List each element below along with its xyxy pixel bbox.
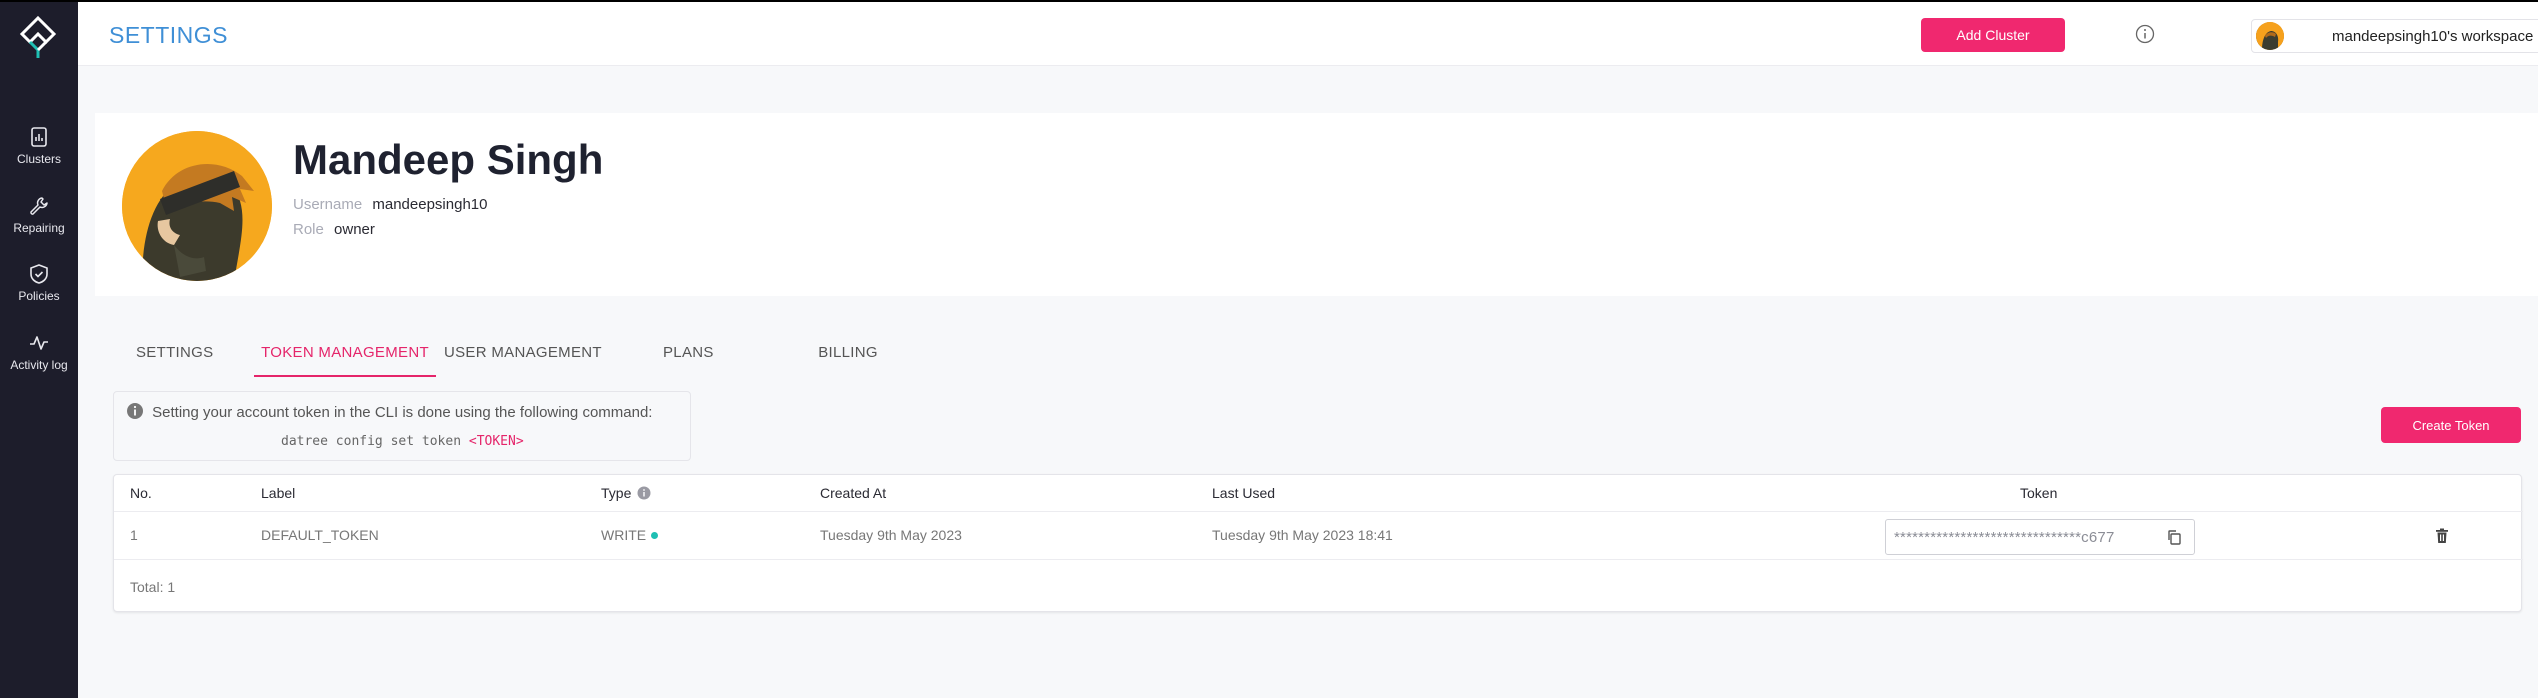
cell-no: 1	[130, 527, 138, 543]
column-header-type-label: Type	[601, 485, 632, 501]
sidebar-item-label: Repairing	[13, 221, 65, 235]
info-icon[interactable]	[637, 486, 651, 500]
sidebar-item-repairing[interactable]: Repairing	[0, 195, 78, 235]
role-label: Role	[293, 221, 324, 238]
header-divider	[114, 511, 2523, 512]
cell-type-value: WRITE	[601, 527, 647, 543]
profile-card: Mandeep Singh Username mandeepsingh10 Ro…	[95, 113, 2538, 296]
cli-info-text: Setting your account token in the CLI is…	[152, 404, 653, 421]
tab-user-management[interactable]: USER MANAGEMENT	[444, 331, 602, 377]
tab-plans[interactable]: PLANS	[663, 331, 713, 377]
token-value: *******************************c677	[1894, 529, 2115, 546]
sidebar: Clusters Repairing Policies Activity log	[0, 0, 78, 698]
page-title: SETTINGS	[109, 22, 229, 48]
tab-billing[interactable]: BILLING	[818, 331, 878, 377]
wrench-icon	[30, 197, 48, 215]
token-field[interactable]: *******************************c677	[1885, 519, 2195, 555]
copy-icon[interactable]	[2166, 529, 2182, 545]
role-value: owner	[334, 221, 375, 238]
sidebar-item-label: Activity log	[10, 358, 68, 372]
cell-last-used: Tuesday 9th May 2023 18:41	[1212, 527, 1393, 543]
cli-command-part: config	[335, 434, 383, 449]
cli-command-part: set	[390, 434, 415, 449]
token-table: No. Label Type Created At Last Used Toke…	[113, 474, 2523, 612]
cell-type: WRITE	[601, 527, 659, 543]
column-header-created-at: Created At	[820, 485, 887, 501]
sidebar-item-label: Clusters	[16, 152, 61, 166]
row-divider	[114, 559, 2523, 560]
cli-token-placeholder: <TOKEN>	[468, 434, 524, 449]
top-header: SETTINGS Add Cluster mandeepsingh10's wo…	[78, 0, 2538, 66]
datree-logo[interactable]	[18, 15, 58, 60]
sidebar-item-activity-log[interactable]: Activity log	[0, 332, 78, 372]
username-row: Username mandeepsingh10	[293, 196, 487, 213]
cli-info-text-row: Setting your account token in the CLI is…	[126, 402, 652, 421]
role-row: Role owner	[293, 221, 375, 238]
trash-icon[interactable]	[2435, 528, 2449, 544]
clusters-icon	[31, 127, 47, 147]
status-dot	[651, 532, 659, 539]
workspace-selector[interactable]: mandeepsingh10's workspace	[2251, 19, 2538, 53]
sidebar-item-clusters[interactable]: Clusters	[0, 126, 78, 166]
create-token-button[interactable]: Create Token	[2381, 407, 2521, 443]
tab-settings[interactable]: SETTINGS	[136, 331, 213, 377]
activity-icon	[30, 336, 48, 350]
workspace-name: mandeepsingh10's workspace	[2332, 28, 2534, 45]
cli-command-part: token	[421, 434, 462, 449]
cell-label: DEFAULT_TOKEN	[261, 527, 379, 543]
sidebar-item-policies[interactable]: Policies	[0, 263, 78, 303]
shield-icon	[30, 264, 48, 284]
username-label: Username	[293, 196, 363, 213]
info-icon[interactable]	[2135, 24, 2155, 44]
profile-name: Mandeep Singh	[293, 136, 604, 183]
tab-token-management[interactable]: TOKEN MANAGEMENT	[254, 331, 436, 377]
workspace-avatar	[2256, 22, 2284, 50]
avatar	[122, 131, 272, 281]
column-header-no: No.	[130, 485, 152, 501]
sidebar-item-label: Policies	[18, 289, 60, 303]
cli-command-part: datree	[281, 434, 328, 449]
column-header-type: Type	[601, 485, 651, 501]
info-filled-icon	[127, 403, 143, 419]
cell-created-at: Tuesday 9th May 2023	[820, 527, 962, 543]
add-cluster-button[interactable]: Add Cluster	[1921, 18, 2065, 52]
column-header-last-used: Last Used	[1212, 485, 1276, 501]
column-header-label: Label	[261, 485, 296, 501]
username-value: mandeepsingh10	[372, 196, 488, 213]
column-header-token: Token	[2020, 485, 2058, 501]
cli-info-box: Setting your account token in the CLI is…	[113, 391, 691, 461]
table-total: Total: 1	[130, 579, 176, 595]
cli-command: datree config set token <TOKEN>	[281, 434, 524, 449]
